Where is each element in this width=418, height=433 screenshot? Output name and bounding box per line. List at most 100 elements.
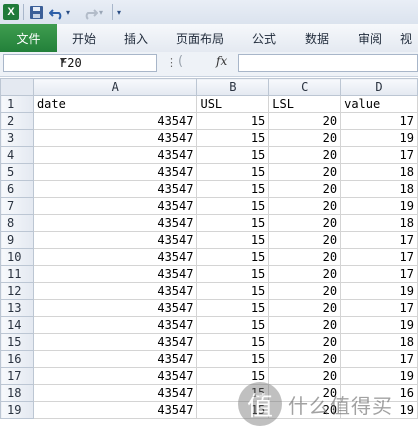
cell[interactable]: 20 [268,146,342,164]
cell[interactable]: 19 [340,129,418,147]
row-header[interactable]: 6 [0,180,34,198]
cell[interactable]: 17 [340,146,418,164]
cell[interactable]: 19 [340,197,418,215]
cell[interactable]: 15 [196,231,270,249]
cell[interactable]: LSL [268,95,342,113]
cell[interactable]: 20 [268,299,342,317]
cell[interactable]: 20 [268,333,342,351]
cell[interactable]: 43547 [32,299,198,317]
cell[interactable]: 18 [340,333,418,351]
cell[interactable]: 15 [196,316,270,334]
row-header[interactable]: 2 [0,112,34,130]
cell[interactable]: 43547 [32,163,198,181]
row-header[interactable]: 10 [0,248,34,266]
tab-view[interactable]: 视 [400,24,418,52]
customize-toolbar-icon[interactable]: ▾ [117,3,121,21]
cell[interactable]: date [32,95,198,113]
cell[interactable]: USL [196,95,270,113]
tab-home[interactable]: 开始 [60,24,108,52]
row-header[interactable]: 12 [0,282,34,300]
cell[interactable]: 18 [340,180,418,198]
cell[interactable]: 43547 [32,333,198,351]
row-header[interactable]: 7 [0,197,34,215]
cell[interactable]: 17 [340,299,418,317]
cell[interactable]: 43547 [32,129,198,147]
cell[interactable]: 15 [196,112,270,130]
cell[interactable]: 43547 [32,231,198,249]
tab-review[interactable]: 审阅 [346,24,394,52]
cell[interactable]: 19 [340,282,418,300]
tab-data[interactable]: 数据 [293,24,341,52]
formula-input[interactable] [238,54,418,72]
cell[interactable]: 20 [268,248,342,266]
name-box-dropdown-icon[interactable]: ▼ [60,56,153,66]
column-header-a[interactable]: A [32,78,198,96]
cell[interactable]: 15 [196,333,270,351]
row-header[interactable]: 16 [0,350,34,368]
row-header[interactable]: 1 [0,95,34,113]
cell[interactable]: 20 [268,316,342,334]
undo-dropdown-arrow[interactable]: ▾ [66,3,70,21]
column-header-c[interactable]: C [268,78,342,96]
cell[interactable]: 43547 [32,180,198,198]
row-header[interactable]: 4 [0,146,34,164]
row-header[interactable]: 15 [0,333,34,351]
cell[interactable]: 17 [340,350,418,368]
row-header[interactable]: 17 [0,367,34,385]
cell[interactable]: 43547 [32,367,198,385]
cell[interactable]: 15 [196,146,270,164]
cell[interactable]: 18 [340,214,418,232]
redo-icon[interactable] [82,3,98,21]
row-header[interactable]: 8 [0,214,34,232]
cell[interactable]: 17 [340,265,418,283]
cell[interactable]: 43547 [32,214,198,232]
cell[interactable]: 43547 [32,146,198,164]
cell[interactable]: 17 [340,231,418,249]
cell[interactable]: value [340,95,418,113]
cell[interactable]: 20 [268,163,342,181]
cell[interactable]: 20 [268,129,342,147]
save-icon[interactable] [29,3,44,21]
cell[interactable]: 15 [196,129,270,147]
row-header[interactable]: 9 [0,231,34,249]
cell[interactable]: 20 [268,265,342,283]
cell[interactable]: 43547 [32,401,198,419]
row-header[interactable]: 3 [0,129,34,147]
cell[interactable]: 43547 [32,350,198,368]
cell[interactable]: 20 [268,282,342,300]
cell[interactable]: 43547 [32,197,198,215]
row-header[interactable]: 13 [0,299,34,317]
cell[interactable]: 15 [196,248,270,266]
undo-icon[interactable] [49,3,65,21]
cell[interactable]: 17 [340,112,418,130]
cell[interactable]: 43547 [32,282,198,300]
cell[interactable]: 15 [196,214,270,232]
cell[interactable]: 43547 [32,248,198,266]
tab-file[interactable]: 文件 [0,24,57,52]
cell[interactable]: 15 [196,197,270,215]
tab-insert[interactable]: 插入 [112,24,160,52]
cell[interactable]: 19 [340,316,418,334]
cell[interactable]: 15 [196,265,270,283]
cell[interactable]: 15 [196,350,270,368]
row-header[interactable]: 11 [0,265,34,283]
column-header-d[interactable]: D [340,78,418,96]
cell[interactable]: 15 [196,299,270,317]
cell[interactable]: 43547 [32,384,198,402]
cell[interactable]: 43547 [32,316,198,334]
cell[interactable]: 20 [268,197,342,215]
cell[interactable]: 18 [340,163,418,181]
cell[interactable]: 15 [196,163,270,181]
cell[interactable]: 20 [268,350,342,368]
cell[interactable]: 43547 [32,265,198,283]
row-header[interactable]: 5 [0,163,34,181]
select-all-corner[interactable] [0,78,34,96]
insert-function-button[interactable]: fx [216,54,227,68]
excel-icon[interactable]: X [3,3,19,21]
redo-dropdown-arrow[interactable]: ▾ [99,3,103,21]
tab-formulas[interactable]: 公式 [240,24,288,52]
formula-cancel-icon[interactable]: ( [178,54,183,69]
row-header[interactable]: 14 [0,316,34,334]
name-box[interactable]: F20 ▼ [3,54,157,72]
row-header[interactable]: 18 [0,384,34,402]
